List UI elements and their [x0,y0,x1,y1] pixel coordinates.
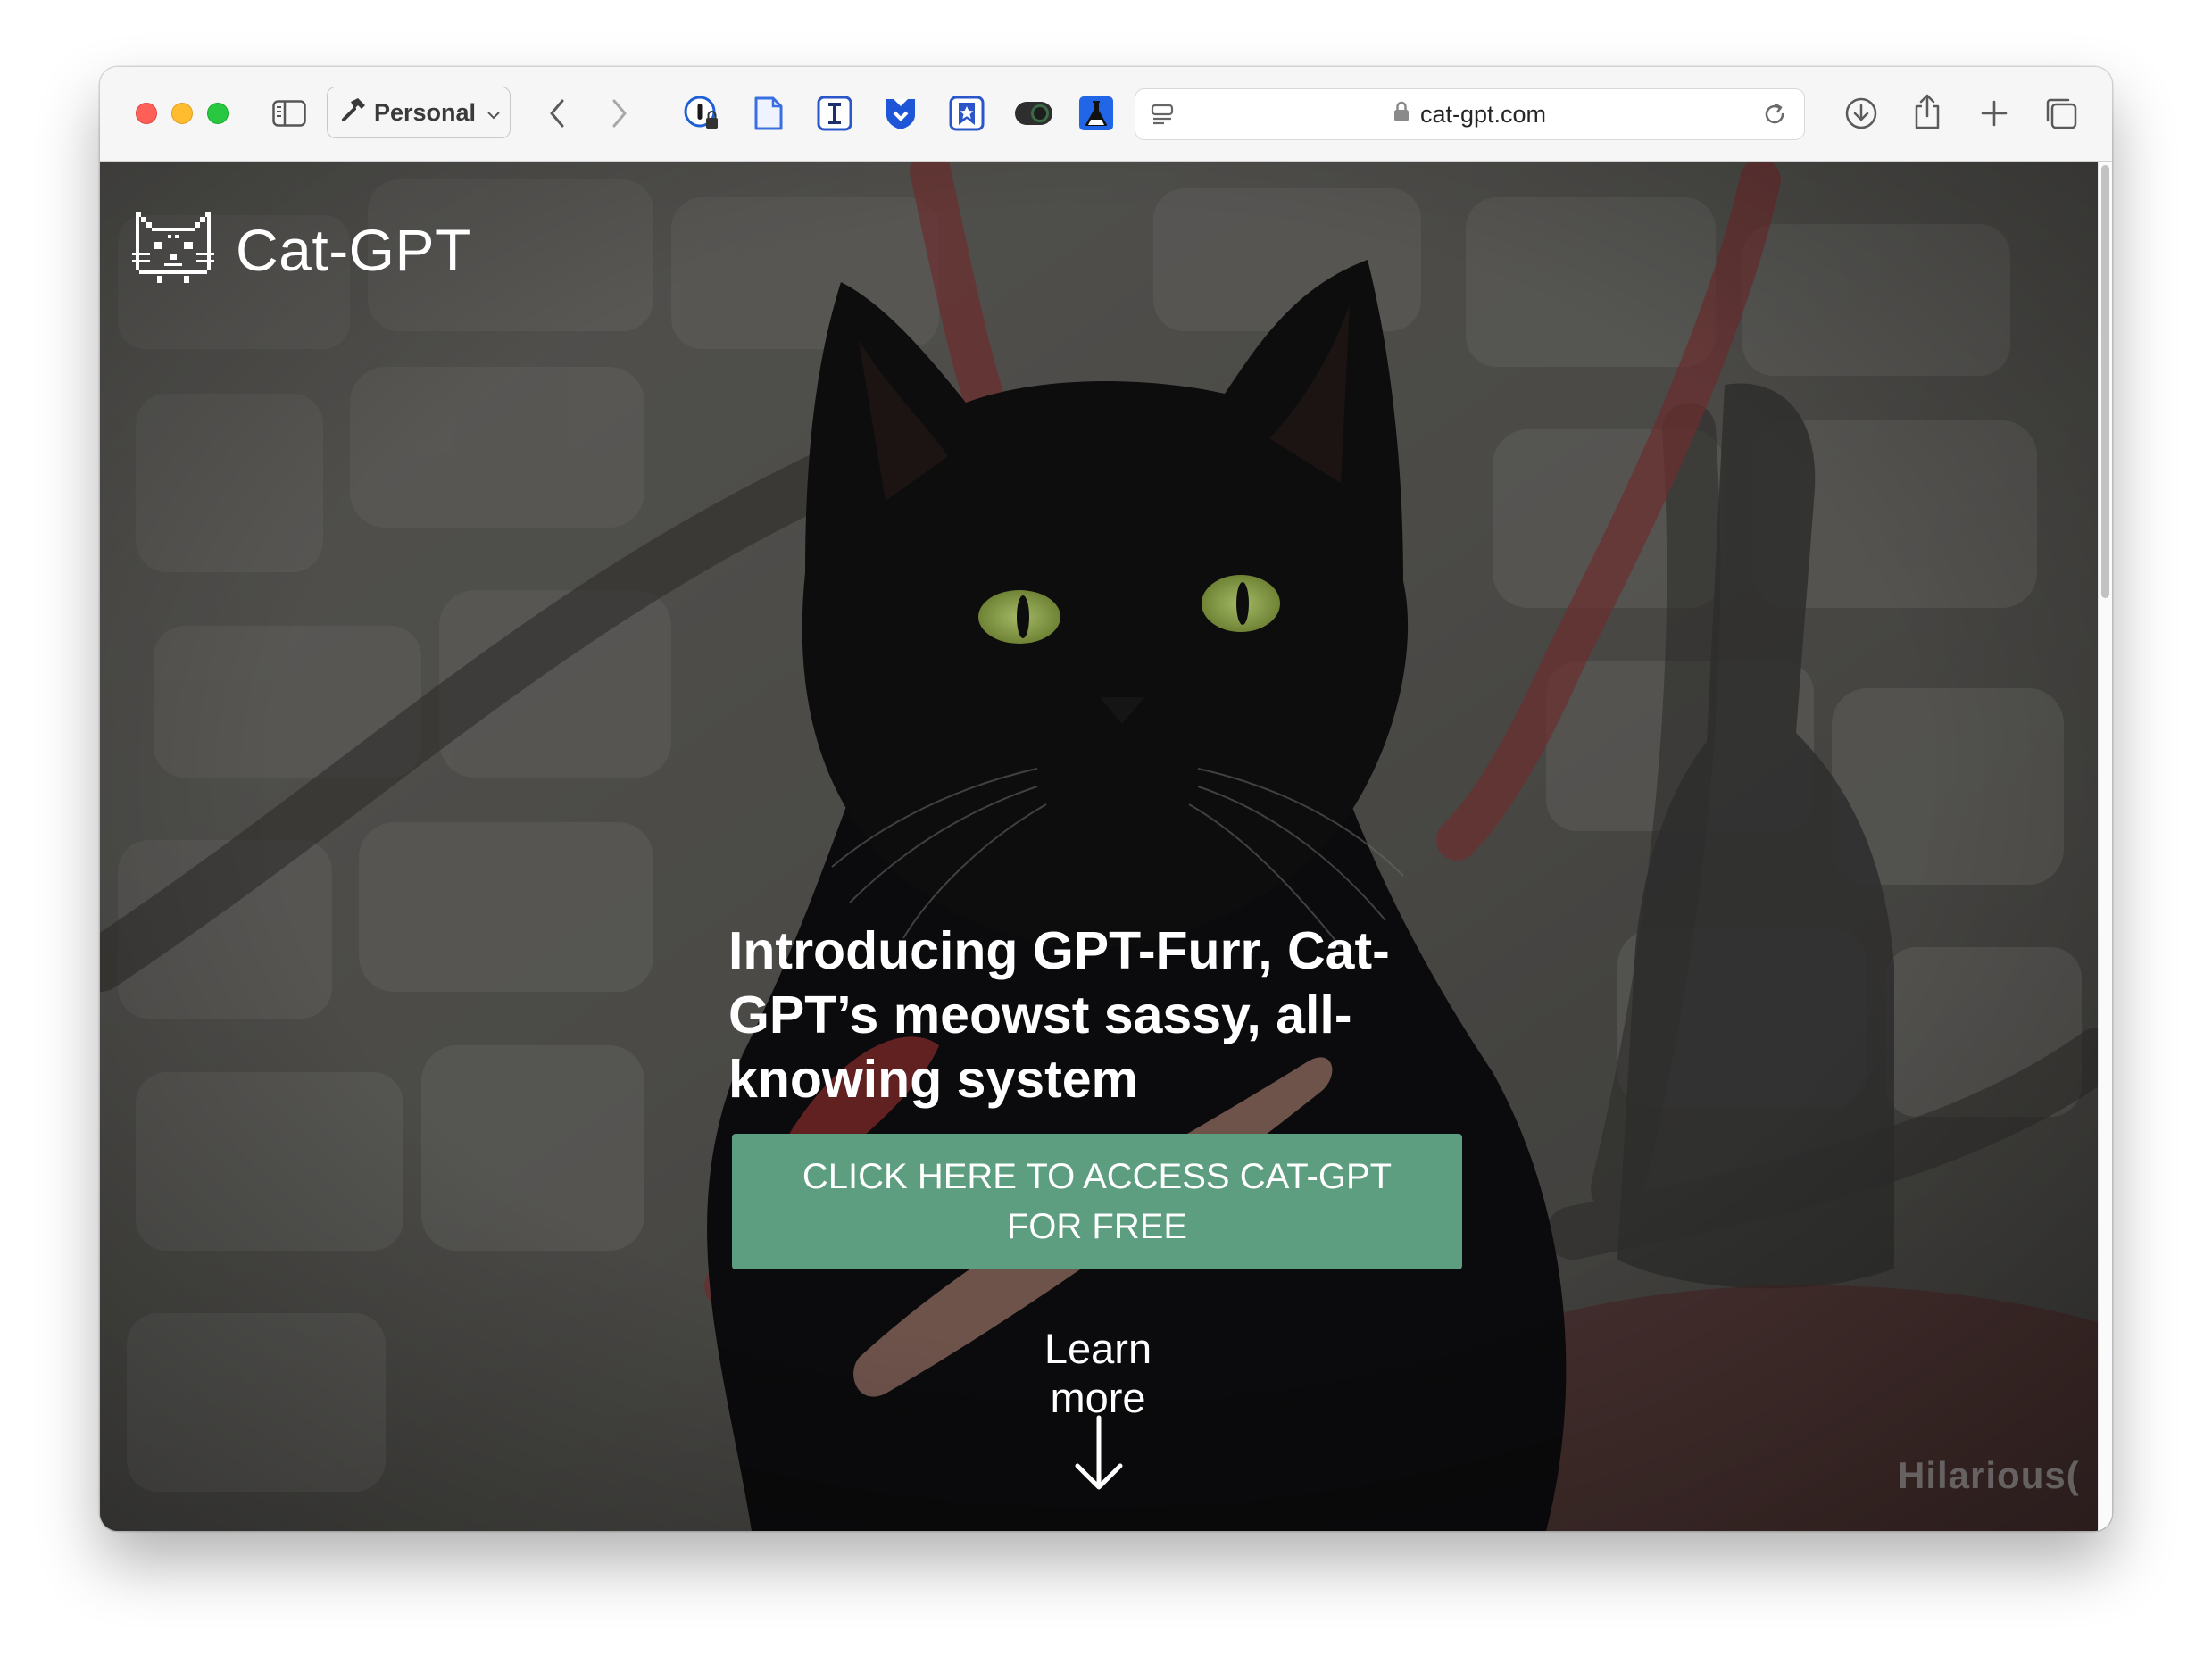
lock-icon [1393,101,1410,129]
hammer-icon [340,96,367,129]
brand-name: Cat-GPT [236,216,471,283]
zoom-window-button[interactable] [207,103,229,124]
browser-toolbar: Personal cat-gpt.com [100,67,2112,162]
chevron-left-icon [547,98,567,129]
profile-label: Personal [374,98,477,126]
url-text: cat-gpt.com [1419,100,1547,128]
browser-window: Personal cat-gpt.com Cat-GPT Introducing… [100,67,2112,1531]
document-icon[interactable] [747,92,790,135]
share-icon[interactable] [1908,90,1947,133]
close-window-button[interactable] [136,103,157,124]
shield-icon[interactable] [879,92,922,135]
sidebar-toggle-icon[interactable] [271,96,307,131]
image-watermark: Hilarious( [1898,1454,2080,1496]
new-tab-icon[interactable] [1975,94,2014,133]
minimize-window-button[interactable] [171,103,193,124]
access-cat-gpt-button[interactable]: CLICK HERE TO ACCESS CAT-GPT FOR FREE [732,1134,1462,1269]
onepassword-icon[interactable] [680,92,723,135]
forward-button[interactable] [602,94,637,133]
cat-logo-icon [132,210,214,289]
chevron-down-icon [486,99,501,127]
toggle-icon[interactable] [1009,92,1059,135]
profile-button[interactable]: Personal [327,87,511,138]
page-content: Cat-GPT Introducing GPT-Furr, Cat-GPT’s … [100,162,2098,1531]
chevron-right-icon [610,98,629,129]
flask-icon[interactable] [1075,92,1118,135]
site-brand[interactable]: Cat-GPT [132,210,471,289]
downloads-icon[interactable] [1842,94,1881,133]
scrollbar-thumb[interactable] [2101,165,2109,598]
arrow-down-icon[interactable] [1072,1414,1126,1499]
instapaper-icon[interactable] [813,92,856,135]
address-bar[interactable]: cat-gpt.com [1135,88,1805,140]
reload-icon[interactable] [1760,100,1789,129]
hero-headline: Introducing GPT-Furr, Cat-GPT’s meowst s… [728,921,1390,1109]
back-button[interactable] [539,94,575,133]
tab-overview-icon[interactable] [2042,94,2081,133]
learn-more-link[interactable]: Learn more [993,1324,1203,1422]
bookmark-icon[interactable] [945,92,988,135]
